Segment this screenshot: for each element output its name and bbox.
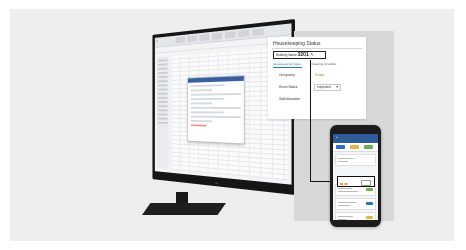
phone-list-item[interactable] — [335, 198, 376, 210]
status-chip — [361, 180, 371, 186]
edit-icon[interactable]: ✎ — [311, 52, 314, 57]
staff-allocation-label: Staff Allocation — [279, 97, 301, 101]
status-indicator — [340, 183, 350, 185]
monitor-stand-base — [142, 203, 226, 215]
phone-list-item[interactable] — [335, 154, 376, 166]
room-status-select[interactable]: Inspected ▾ — [314, 84, 341, 91]
toolbar-button[interactable] — [224, 31, 236, 39]
dialog-header — [188, 76, 244, 83]
phone-tab[interactable] — [336, 145, 345, 149]
toolbar-button[interactable] — [238, 29, 250, 38]
building-name-label: Building Name — [276, 53, 297, 57]
divider — [272, 48, 362, 49]
tab-housekeeping-status[interactable]: Housekeeping Status — [273, 62, 302, 68]
card-title: Housekeeping Status — [273, 41, 321, 47]
connector-line — [310, 60, 311, 181]
app-sidebar — [156, 56, 169, 170]
tab-cleaning-checklist[interactable]: Cleaning Checklist — [311, 62, 336, 66]
chevron-down-icon: ▾ — [336, 85, 338, 89]
phone-tab[interactable] — [350, 145, 359, 149]
toolbar-button[interactable] — [212, 32, 223, 40]
phone-tab-bar — [333, 143, 378, 152]
phone-list-item[interactable] — [335, 212, 376, 220]
card-tabs: Housekeeping Status Cleaning Checklist — [273, 62, 336, 68]
room-number: 3201 — [297, 52, 309, 58]
toolbar-button[interactable] — [252, 28, 264, 37]
occupancy-label: Occupancy — [279, 73, 295, 77]
toolbar-button[interactable] — [199, 33, 210, 42]
building-name-field[interactable]: Building Name 3201 ✎ — [273, 51, 326, 59]
room-status-value: Inspected — [317, 85, 331, 89]
occupancy-value: Empty — [315, 73, 325, 77]
phone-app-header: ≡ — [333, 134, 378, 143]
room-status-label: Room Status — [279, 85, 298, 89]
toolbar-button[interactable] — [175, 36, 185, 44]
app-menu-icon[interactable]: ≡ — [157, 39, 158, 42]
room-detail-dialog — [187, 75, 245, 145]
toolbar-button[interactable] — [187, 35, 197, 43]
housekeeping-status-card: Housekeeping Status Building Name 3201 ✎… — [268, 37, 366, 119]
phone-highlighted-room-row[interactable] — [337, 176, 375, 187]
phone-menu-icon[interactable]: ≡ — [336, 136, 338, 139]
phone-tab[interactable] — [364, 145, 373, 149]
